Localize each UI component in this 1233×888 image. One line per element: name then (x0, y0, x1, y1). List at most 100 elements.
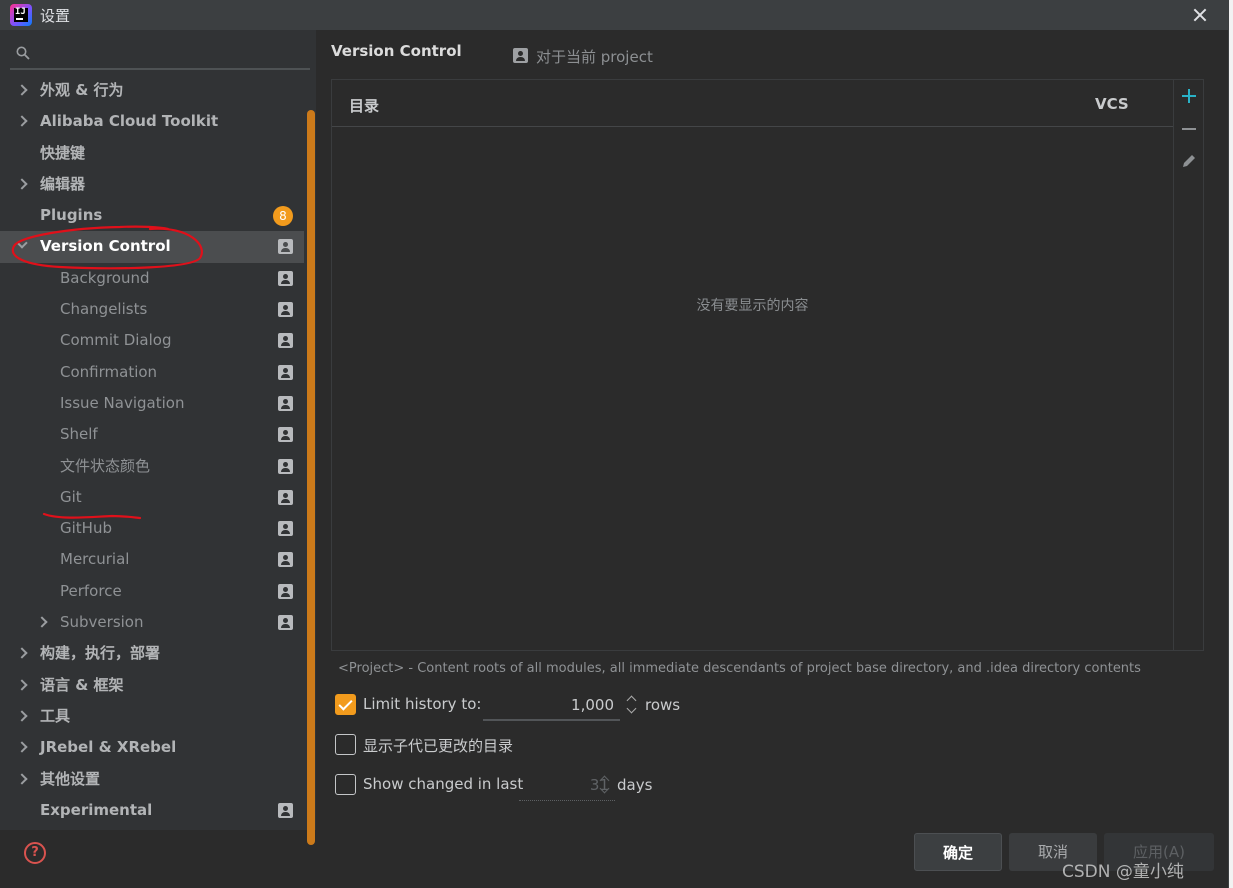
chevron-right-icon[interactable] (16, 678, 28, 691)
sidebar-item-mercurial[interactable]: Mercurial (0, 544, 304, 575)
watermark: CSDN @童小纯 (1062, 862, 1184, 882)
project-level-icon (278, 302, 293, 318)
sidebar-item-alibaba-cloud-toolkit[interactable]: Alibaba Cloud Toolkit (0, 106, 304, 137)
search-box[interactable] (10, 40, 310, 70)
ok-button[interactable]: 确定 (914, 833, 1002, 871)
search-icon (16, 46, 30, 60)
table-toolbar (1173, 80, 1203, 650)
sidebar-item-confirmation[interactable]: Confirmation (0, 357, 304, 388)
sidebar-item-perforce[interactable]: Perforce (0, 576, 304, 607)
column-directory[interactable]: 目录 (349, 95, 379, 116)
sidebar-item-item-22[interactable]: 其他设置 (0, 764, 304, 795)
project-level-icon (278, 395, 293, 411)
sidebar-item-item-18[interactable]: 构建，执行，部署 (0, 638, 304, 669)
intellij-app-icon: IJ (10, 4, 32, 26)
show-changed-option: Show changed in last (335, 774, 535, 798)
sidebar-item-item-20[interactable]: 工具 (0, 701, 304, 732)
sidebar-item-label: JRebel & XRebel (40, 738, 177, 757)
table-header: 目录 VCS (332, 80, 1173, 127)
sidebar-item-label: 外观 & 行为 (40, 81, 124, 99)
add-icon[interactable] (1179, 86, 1199, 106)
project-level-icon (278, 427, 293, 443)
sidebar-item-item-3[interactable]: 编辑器 (0, 169, 304, 200)
sidebar-item-experimental[interactable]: Experimental (0, 795, 304, 826)
project-level-icon (278, 239, 293, 255)
sidebar-item-item-2[interactable]: 快捷键 (0, 138, 304, 169)
sidebar-item-label: 编辑器 (40, 174, 86, 193)
sidebar-item-label: Background (60, 268, 150, 287)
project-scope-icon (513, 48, 528, 63)
sidebar-item-jrebel-xrebel[interactable]: JRebel & XRebel (0, 732, 304, 763)
chevron-right-icon[interactable] (36, 616, 48, 628)
project-hint-text: <Project> - Content roots of all modules… (338, 661, 1141, 676)
close-button[interactable] (1186, 2, 1214, 28)
show-changed-dirs-label[interactable]: 显示子代已更改的目录 (363, 735, 513, 756)
show-changed-days-spinner[interactable] (598, 773, 612, 799)
remove-icon[interactable] (1179, 119, 1199, 139)
sidebar-scrollbar[interactable] (307, 110, 315, 845)
chevron-right-icon[interactable] (16, 84, 28, 96)
empty-table-text: 没有要显示的内容 (696, 298, 809, 314)
help-button[interactable]: ? (24, 842, 46, 864)
sidebar-item-item-12[interactable]: 文件状态颜色 (0, 451, 304, 482)
show-changed-checkbox[interactable] (335, 774, 356, 795)
limit-history-label[interactable]: Limit history to: (363, 695, 481, 713)
sidebar-item-label: Experimental (40, 800, 153, 819)
settings-sidebar: 外观 & 行为 Alibaba Cloud Toolkit 快捷键编辑器 Plugin… (0, 30, 316, 845)
title-bar: IJ 设置 (0, 0, 1229, 30)
sidebar-item-label: Version Control (40, 237, 171, 256)
show-changed-days-unit: days (617, 776, 653, 794)
background-window-edge (1229, 0, 1233, 888)
chevron-right-icon[interactable] (16, 772, 28, 785)
project-level-icon (278, 521, 293, 537)
project-level-icon (278, 802, 293, 818)
limit-history-checkbox[interactable] (335, 694, 356, 715)
project-level-icon (278, 270, 293, 286)
sidebar-item-background[interactable]: Background (0, 263, 304, 294)
sidebar-item-label: Confirmation (60, 362, 158, 381)
chevron-right-icon[interactable] (16, 647, 28, 660)
show-changed-dirs-option: 显示子代已更改的目录 (335, 734, 595, 758)
limit-history-spinner[interactable] (625, 693, 639, 719)
sidebar-item-label: Shelf (60, 425, 98, 444)
chevron-right-icon[interactable] (16, 178, 28, 190)
sidebar-item-label: 语言 & 框架 (40, 675, 124, 694)
sidebar-item-item-0[interactable]: 外观 & 行为 (0, 75, 304, 106)
sidebar-item-version-control[interactable]: Version Control (0, 231, 304, 263)
sidebar-item-label: 工具 (40, 706, 71, 725)
sidebar-item-git[interactable]: Git (0, 482, 304, 513)
project-level-icon (278, 333, 293, 349)
sidebar-item-shelf[interactable]: Shelf (0, 419, 304, 450)
chevron-right-icon[interactable] (16, 710, 28, 722)
project-level-icon (278, 364, 293, 380)
show-changed-label[interactable]: Show changed in last (363, 775, 523, 793)
sidebar-item-label: Plugins (40, 206, 103, 225)
sidebar-item-label: Changelists (60, 300, 148, 319)
show-changed-dirs-checkbox[interactable] (335, 734, 356, 755)
settings-dialog: IJ 设置 外观 & 行为 Alibaba Cloud Toolkit 快捷键编辑器… (0, 0, 1229, 888)
chevron-right-icon[interactable] (16, 115, 28, 127)
vcs-mappings-table[interactable]: 目录 VCS 没有要显示的内容 (331, 79, 1204, 651)
sidebar-item-label: Commit Dialog (60, 331, 172, 350)
sidebar-item-github[interactable]: GitHub (0, 513, 304, 544)
chevron-down-icon[interactable] (16, 237, 28, 250)
column-vcs[interactable]: VCS (1095, 95, 1129, 113)
sidebar-item-label: Issue Navigation (60, 393, 185, 412)
sidebar-item-issue-navigation[interactable]: Issue Navigation (0, 388, 304, 419)
search-input[interactable] (44, 44, 300, 66)
chevron-right-icon[interactable] (16, 741, 28, 753)
sidebar-item-label: 其他设置 (40, 769, 101, 788)
limit-history-unit: rows (645, 696, 681, 714)
sidebar-item-label: Alibaba Cloud Toolkit (40, 112, 219, 131)
settings-tree: 外观 & 行为 Alibaba Cloud Toolkit 快捷键编辑器 Plugin… (0, 75, 304, 826)
sidebar-item-plugins[interactable]: Plugins 8 (0, 200, 304, 231)
project-level-icon (278, 552, 293, 568)
scope-label: 对于当前 project (536, 48, 653, 66)
limit-history-input[interactable]: 1,000 (483, 694, 620, 721)
sidebar-item-commit-dialog[interactable]: Commit Dialog (0, 325, 304, 356)
sidebar-item-item-19[interactable]: 语言 & 框架 (0, 670, 304, 701)
edit-pencil-icon[interactable] (1179, 151, 1199, 171)
updates-count-badge: 8 (273, 206, 293, 227)
sidebar-item-subversion[interactable]: Subversion (0, 607, 304, 638)
sidebar-item-changelists[interactable]: Changelists (0, 294, 304, 325)
